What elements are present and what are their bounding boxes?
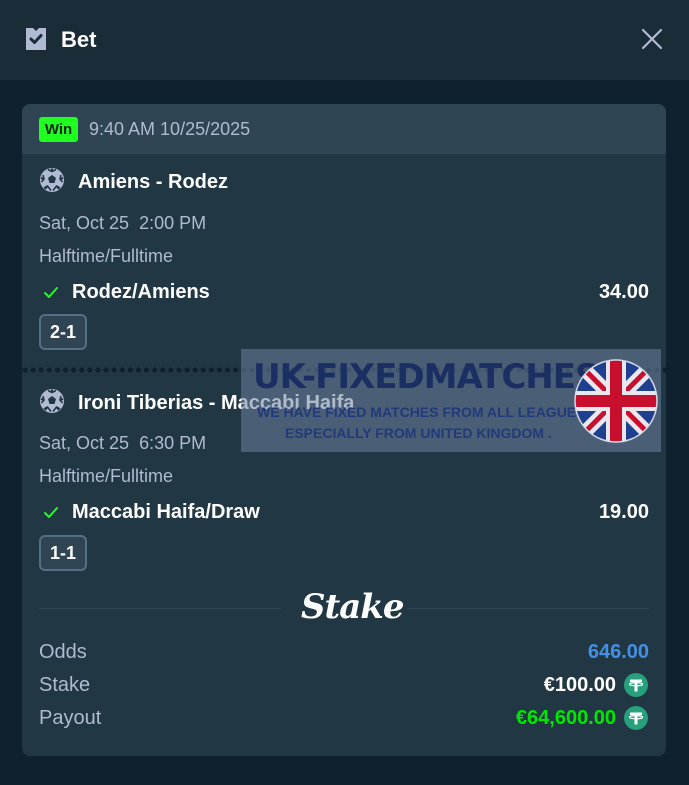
bet-card-header: Win 9:40 AM 10/25/2025 [22,104,666,154]
total-odds: 646.00 [587,641,649,663]
watermark-line2: ESPECIALLY FROM UNITED KINGDOM . [285,425,552,441]
odds-label: Odds [39,641,87,663]
status-badge: Win [39,117,78,142]
stake-logo: Stake [301,587,404,627]
watermark-banner: UK-FIXEDMATCHES WE HAVE FIXED MATCHES FR… [241,349,661,452]
match-date: Sat, Oct 25 [39,433,130,453]
result-score: 2-1 [39,314,87,350]
match-time: 6:30 PM [139,433,207,453]
watermark-title: UK-FIXEDMATCHES [253,357,599,397]
modal-title: Bet [61,27,97,52]
ticket-icon [26,28,46,50]
match-title[interactable]: Amiens - Rodez [78,171,228,194]
selection-odds: 19.00 [598,501,649,523]
market-name: Halftime/Fulltime [39,246,174,266]
divider-left [39,608,281,609]
payout-label: Payout [39,707,102,729]
uk-flag-icon [574,359,658,443]
modal-header: Bet [0,0,689,80]
match-date: Sat, Oct 25 [39,213,130,233]
selection-outcome: Maccabi Haifa/Draw [72,501,260,523]
stake-amount: €100.00 [543,674,616,696]
payout-amount: €64,600.00 [515,707,616,729]
selection-outcome: Rodez/Amiens [72,281,210,303]
placed-timestamp: 9:40 AM 10/25/2025 [89,119,251,139]
selection-odds: 34.00 [598,281,649,303]
market-name: Halftime/Fulltime [39,466,174,486]
tether-icon [624,673,648,697]
stake-label: Stake [39,674,91,696]
match-time: 2:00 PM [139,213,207,233]
result-score: 1-1 [39,535,87,571]
check-icon [44,507,58,518]
soccer-ball-icon [40,168,64,192]
match-datetime: Sat, Oct 25 6:30 PM [39,433,206,454]
close-icon[interactable] [640,27,664,51]
check-icon [44,287,58,298]
match-datetime: Sat, Oct 25 2:00 PM [39,213,206,234]
tether-icon [624,706,648,730]
divider-right [407,608,649,609]
watermark-line1: WE HAVE FIXED MATCHES FROM ALL LEAGUES [257,404,586,420]
soccer-ball-icon [40,389,64,413]
